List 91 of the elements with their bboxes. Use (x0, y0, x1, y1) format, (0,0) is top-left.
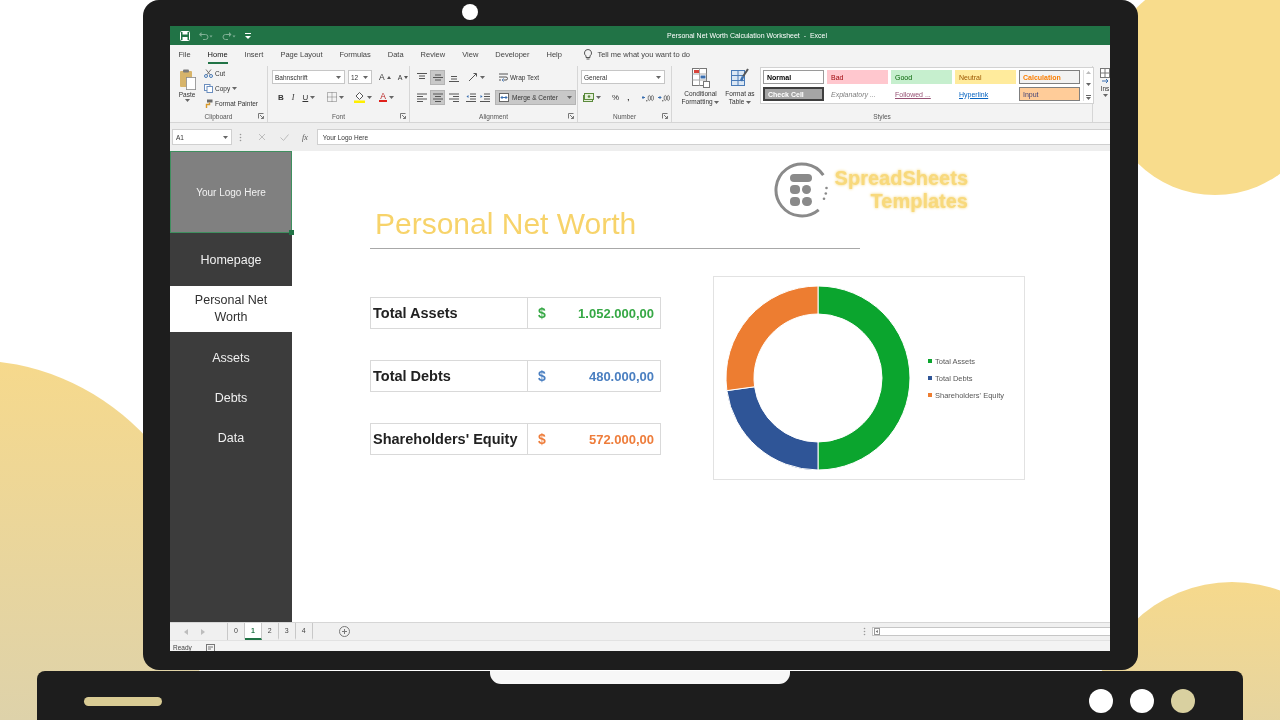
dialog-launcher-icon[interactable] (258, 113, 264, 119)
align-center-button[interactable] (430, 89, 445, 105)
italic-button[interactable]: I (287, 91, 299, 103)
fill-handle-icon[interactable] (289, 230, 294, 235)
summary-label: Total Debts (371, 361, 528, 391)
currency-sign: $ (538, 431, 546, 447)
caret-icon (656, 75, 661, 79)
caret-icon (232, 86, 238, 90)
angled-arrow-icon (468, 72, 478, 82)
caret-icon (223, 135, 228, 139)
dialog-launcher-icon[interactable] (568, 113, 574, 119)
align-top-icon (416, 72, 427, 82)
bills-icon (583, 92, 594, 102)
caret-icon (746, 100, 752, 104)
grow-font-button[interactable]: A (377, 71, 393, 83)
summary-value: 480.000,00 (588, 368, 654, 384)
brand-name: Templates (870, 190, 968, 213)
merge-icon (499, 92, 509, 102)
bold-button[interactable]: B (274, 91, 288, 103)
copy-icon (204, 83, 213, 93)
brand-logo-icon (773, 161, 830, 219)
increase-indent-icon[interactable] (480, 92, 490, 102)
expand-icon[interactable] (1085, 95, 1091, 100)
caret-icon (367, 95, 373, 99)
caret-icon (714, 100, 720, 104)
underline-button[interactable]: U (298, 91, 320, 103)
indicator-light-icon (1089, 689, 1113, 713)
comma-button[interactable]: , (623, 91, 634, 103)
align-middle-icon (432, 72, 443, 82)
toolbar-options-icon[interactable] (245, 32, 251, 39)
page-title: Personal Net Worth (375, 207, 637, 241)
summary-value: 572.000,00 (588, 431, 654, 447)
brand-name: SpreadSheets (834, 167, 968, 190)
nav-item[interactable]: Homepage (170, 240, 292, 280)
scissors-icon (204, 68, 213, 78)
colored-grid-icon (691, 68, 710, 88)
dialog-launcher-icon[interactable] (400, 113, 406, 119)
save-icon[interactable] (180, 30, 190, 41)
caret-icon (184, 99, 190, 102)
plus-circle-icon[interactable] (338, 626, 350, 637)
nav-item[interactable]: Personal Net Worth (170, 286, 292, 332)
logo-cell[interactable]: Your Logo Here (170, 151, 292, 233)
nav-item[interactable]: Debts (170, 378, 292, 418)
border-grid-icon (327, 92, 338, 102)
caret-icon (363, 75, 368, 79)
summary-value: 1.052.000,00 (578, 305, 654, 321)
camera-icon (462, 4, 478, 20)
align-middle-button[interactable] (430, 69, 445, 85)
caret-icon (388, 95, 394, 99)
scroll-left-icon[interactable] (874, 628, 880, 635)
horizontal-scrollbar[interactable] (872, 627, 1110, 636)
summary-label: Total Assets (371, 298, 528, 328)
increase-decimal-icon[interactable] (642, 92, 655, 102)
insert-function-button[interactable]: fx (302, 132, 308, 142)
caret-icon (596, 95, 601, 99)
table-brush-icon (731, 68, 749, 88)
text-angle-button[interactable] (466, 71, 487, 83)
font-color-button[interactable]: A (377, 91, 396, 103)
caret-icon (480, 75, 485, 79)
nav-item[interactable]: Assets (170, 338, 292, 378)
caret-down-icon (404, 75, 409, 79)
fill-color-button[interactable] (352, 90, 375, 104)
align-left-icon (416, 92, 427, 102)
caret-up-icon (386, 75, 391, 79)
caret-icon (566, 95, 572, 99)
caret-icon (339, 95, 345, 99)
scroll-down-icon[interactable] (1085, 83, 1091, 86)
caret-icon (310, 95, 316, 99)
summary-label: Shareholders' Equity (371, 424, 528, 454)
caret-icon (336, 75, 341, 79)
decrease-decimal-icon[interactable] (658, 92, 671, 102)
currency-sign: $ (538, 368, 546, 384)
lightbulb-icon[interactable] (584, 49, 593, 60)
currency-sign: $ (538, 305, 546, 321)
logo-text: Your Logo Here (196, 186, 266, 198)
borders-button[interactable] (325, 91, 347, 103)
indicator-light-icon (1130, 689, 1154, 713)
indicator-light-icon (1171, 689, 1195, 713)
align-right-icon (448, 92, 459, 102)
align-center-icon (432, 92, 443, 102)
percent-button[interactable]: % (608, 91, 624, 103)
brush-icon (204, 98, 213, 108)
accounting-format-button[interactable] (581, 91, 603, 103)
dialog-launcher-icon[interactable] (662, 113, 668, 119)
caret-icon (1102, 94, 1108, 97)
clipboard-icon (178, 69, 196, 90)
paint-bucket-icon (354, 91, 366, 103)
nav-item[interactable]: Data (170, 418, 292, 458)
wrap-text-icon (499, 72, 508, 82)
macro-record-icon[interactable] (205, 643, 215, 651)
decrease-indent-icon[interactable] (466, 92, 476, 102)
